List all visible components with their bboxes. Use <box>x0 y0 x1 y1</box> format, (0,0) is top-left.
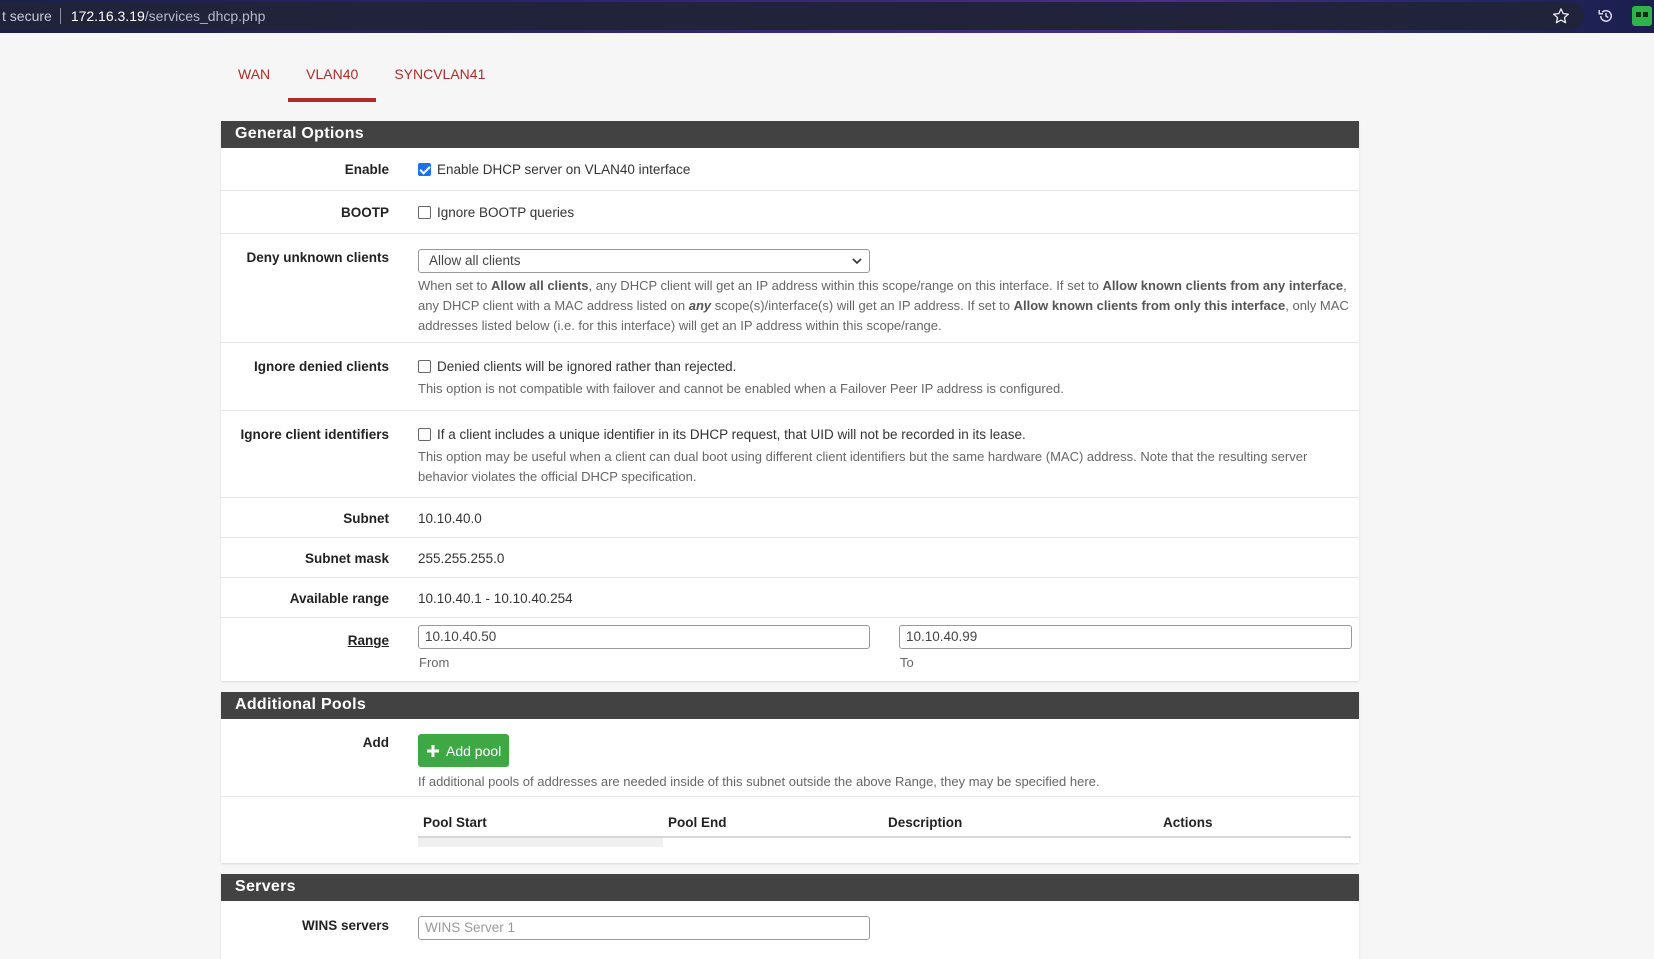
ignore-denied-checkbox[interactable] <box>418 360 431 373</box>
ignore-denied-help: This option is not compatible with failo… <box>418 381 1064 396</box>
enable-checkbox-label[interactable]: Enable DHCP server on VLAN40 interface <box>437 162 690 177</box>
bootp-row: BOOTP Ignore BOOTP queries <box>221 191 1359 234</box>
tab-wan[interactable]: WAN <box>220 52 288 100</box>
chevron-down-icon <box>852 258 862 265</box>
ignore-client-ids-help: This option may be useful when a client … <box>418 449 1308 484</box>
col-description: Description <box>888 814 963 830</box>
range-from-input[interactable]: 10.10.40.50 <box>418 625 870 649</box>
range-label[interactable]: Range <box>221 633 389 648</box>
add-pool-help: If additional pools of addresses are nee… <box>418 774 1100 789</box>
add-pool-button[interactable]: Add pool <box>418 734 510 767</box>
pool-table: Pool Start Pool End Description Actions <box>418 808 1351 847</box>
tab-vlan40[interactable]: VLAN40 <box>288 52 377 102</box>
wins-row: WINS servers WINS Server 1 <box>221 901 1359 959</box>
enable-row: Enable Enable DHCP server on VLAN40 inte… <box>221 148 1359 191</box>
col-pool-end: Pool End <box>668 814 727 830</box>
address-separator <box>59 8 61 24</box>
ignore-client-ids-row: Ignore client identifiers If a client in… <box>221 411 1359 498</box>
ignore-denied-row: Ignore denied clients Denied clients wil… <box>221 343 1359 411</box>
range-row: Range 10.10.40.50 From 10.10.40.99 To <box>221 618 1359 680</box>
wins-label: WINS servers <box>301 918 389 933</box>
subnet-mask-label: Subnet mask <box>304 551 389 566</box>
range-from-label: From <box>419 655 450 670</box>
general-options-heading: General Options <box>221 121 1359 148</box>
url-path: /services_dhcp.php <box>144 8 266 24</box>
subnet-mask-value: 255.255.255.0 <box>418 551 505 566</box>
history-icon[interactable] <box>1597 7 1615 25</box>
url-host: 172.16.3.19 <box>70 8 145 24</box>
bookmark-star-icon[interactable] <box>1552 7 1570 25</box>
interface-tabs: WAN VLAN40 SYNCVLAN41 <box>220 52 503 102</box>
range-to-input[interactable]: 10.10.40.99 <box>899 625 1352 649</box>
pool-table-empty-row <box>418 838 663 847</box>
deny-unknown-select[interactable]: Allow all clients <box>418 249 870 273</box>
range-to-label: To <box>900 655 914 670</box>
ignore-client-ids-checkbox-label[interactable]: If a client includes a unique identifier… <box>437 427 1026 442</box>
subnet-value: 10.10.40.0 <box>418 511 482 526</box>
available-range-label: Available range <box>289 591 389 606</box>
security-indicator[interactable]: t secure <box>0 8 52 24</box>
available-range-value: 10.10.40.1 - 10.10.40.254 <box>418 591 573 606</box>
additional-pools-panel: Additional Pools Add Add pool If additio… <box>221 692 1359 863</box>
deny-unknown-help: When set to Allow all clients, any DHCP … <box>418 278 1349 333</box>
tab-syncvlan41[interactable]: SYNCVLAN41 <box>376 52 503 100</box>
deny-unknown-row: Deny unknown clients Allow all clients W… <box>221 234 1359 343</box>
ignore-denied-label: Ignore denied clients <box>253 359 389 374</box>
deny-unknown-label: Deny unknown clients <box>246 250 389 265</box>
pool-table-row: Pool Start Pool End Description Actions <box>221 797 1359 861</box>
subnet-label: Subnet <box>343 511 389 526</box>
wins-server-1-input[interactable]: WINS Server 1 <box>418 916 870 940</box>
servers-panel: Servers WINS servers WINS Server 1 <box>221 874 1359 959</box>
browser-toolbar: t secure 172.16.3.19/services_dhcp.php <box>0 0 1654 33</box>
add-pool-label: Add <box>362 735 389 750</box>
extension-icon[interactable] <box>1632 6 1652 26</box>
subnet-mask-row: Subnet mask 255.255.255.0 <box>221 538 1359 578</box>
col-pool-start: Pool Start <box>423 814 487 830</box>
add-pool-row: Add Add pool If additional pools of addr… <box>221 719 1359 797</box>
col-actions: Actions <box>1163 814 1213 830</box>
bootp-checkbox[interactable] <box>418 206 431 219</box>
enable-label: Enable <box>344 162 389 177</box>
address-bar[interactable]: t secure 172.16.3.19/services_dhcp.php <box>0 2 1584 30</box>
deny-unknown-selected: Allow all clients <box>429 253 521 268</box>
add-pool-button-label: Add pool <box>446 742 502 759</box>
additional-pools-heading: Additional Pools <box>221 692 1359 719</box>
ignore-denied-checkbox-label[interactable]: Denied clients will be ignored rather th… <box>437 359 736 374</box>
enable-checkbox[interactable] <box>418 163 431 176</box>
subnet-row: Subnet 10.10.40.0 <box>221 498 1359 538</box>
general-options-panel: General Options Enable Enable DHCP serve… <box>221 121 1359 681</box>
bootp-label: BOOTP <box>340 205 389 220</box>
bootp-checkbox-label[interactable]: Ignore BOOTP queries <box>437 205 574 220</box>
ignore-client-ids-label: Ignore client identifiers <box>240 427 389 442</box>
available-range-row: Available range 10.10.40.1 - 10.10.40.25… <box>221 578 1359 618</box>
ignore-client-ids-checkbox[interactable] <box>418 428 431 441</box>
pool-table-header: Pool Start Pool End Description Actions <box>418 808 1351 838</box>
servers-heading: Servers <box>221 874 1359 901</box>
plus-icon <box>427 744 439 757</box>
